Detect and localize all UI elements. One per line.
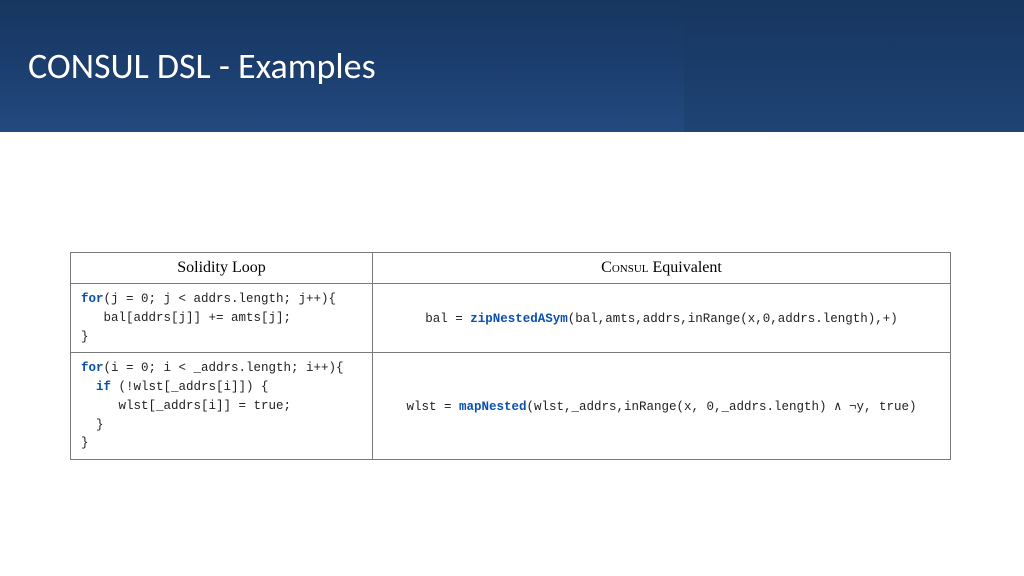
table-row: for(i = 0; i < _addrs.length; i++){ if (… — [71, 353, 951, 460]
code-block: for(i = 0; i < _addrs.length; i++){ if (… — [81, 359, 362, 453]
code-text: } — [81, 418, 104, 432]
slide: CONSUL DSL - Examples Solidity Loop Cons… — [0, 0, 1024, 576]
solidity-cell-2: for(i = 0; i < _addrs.length; i++){ if (… — [71, 353, 373, 460]
code-text: (!wlst[_addrs[i]]) { — [111, 380, 269, 394]
code-text: wlst[_addrs[i]] = true; — [81, 399, 291, 413]
title-band: CONSUL DSL - Examples — [0, 0, 1024, 132]
function-name: zipNestedASym — [470, 312, 568, 326]
content-area: Solidity Loop Consul Equivalent for(j = … — [70, 252, 950, 460]
consul-suffix: Equivalent — [649, 259, 722, 276]
code-text: wlst = — [406, 400, 459, 414]
table-row: for(j = 0; j < addrs.length; j++){ bal[a… — [71, 284, 951, 353]
keyword-for: for — [81, 361, 104, 375]
consul-smallcaps: Consul — [601, 259, 648, 276]
solidity-cell-1: for(j = 0; j < addrs.length; j++){ bal[a… — [71, 284, 373, 353]
consul-cell-1: bal = zipNestedASym(bal,amts,addrs,inRan… — [373, 284, 951, 353]
keyword-for: for — [81, 292, 104, 306]
slide-title: CONSUL DSL - Examples — [28, 44, 376, 88]
code-text: } — [81, 330, 89, 344]
code-text: (bal,amts,addrs,inRange(x,0,addrs.length… — [568, 312, 898, 326]
code-text: (j = 0; j < addrs.length; j++){ — [104, 292, 337, 306]
code-text: bal = — [425, 312, 470, 326]
code-text: (i = 0; i < _addrs.length; i++){ — [104, 361, 344, 375]
code-text: (wlst,_addrs,inRange(x, 0,_addrs.length)… — [526, 400, 916, 414]
code-block: bal = zipNestedASym(bal,amts,addrs,inRan… — [425, 310, 898, 329]
col-header-solidity: Solidity Loop — [71, 253, 373, 284]
table-header-row: Solidity Loop Consul Equivalent — [71, 253, 951, 284]
code-text: bal[addrs[j]] += amts[j]; — [81, 311, 291, 325]
consul-cell-2: wlst = mapNested(wlst,_addrs,inRange(x, … — [373, 353, 951, 460]
keyword-if: if — [96, 380, 111, 394]
comparison-table: Solidity Loop Consul Equivalent for(j = … — [70, 252, 951, 460]
col-header-consul: Consul Equivalent — [373, 253, 951, 284]
code-block: for(j = 0; j < addrs.length; j++){ bal[a… — [81, 290, 362, 346]
code-text: } — [81, 436, 89, 450]
code-block: wlst = mapNested(wlst,_addrs,inRange(x, … — [406, 398, 916, 417]
function-name: mapNested — [459, 400, 527, 414]
